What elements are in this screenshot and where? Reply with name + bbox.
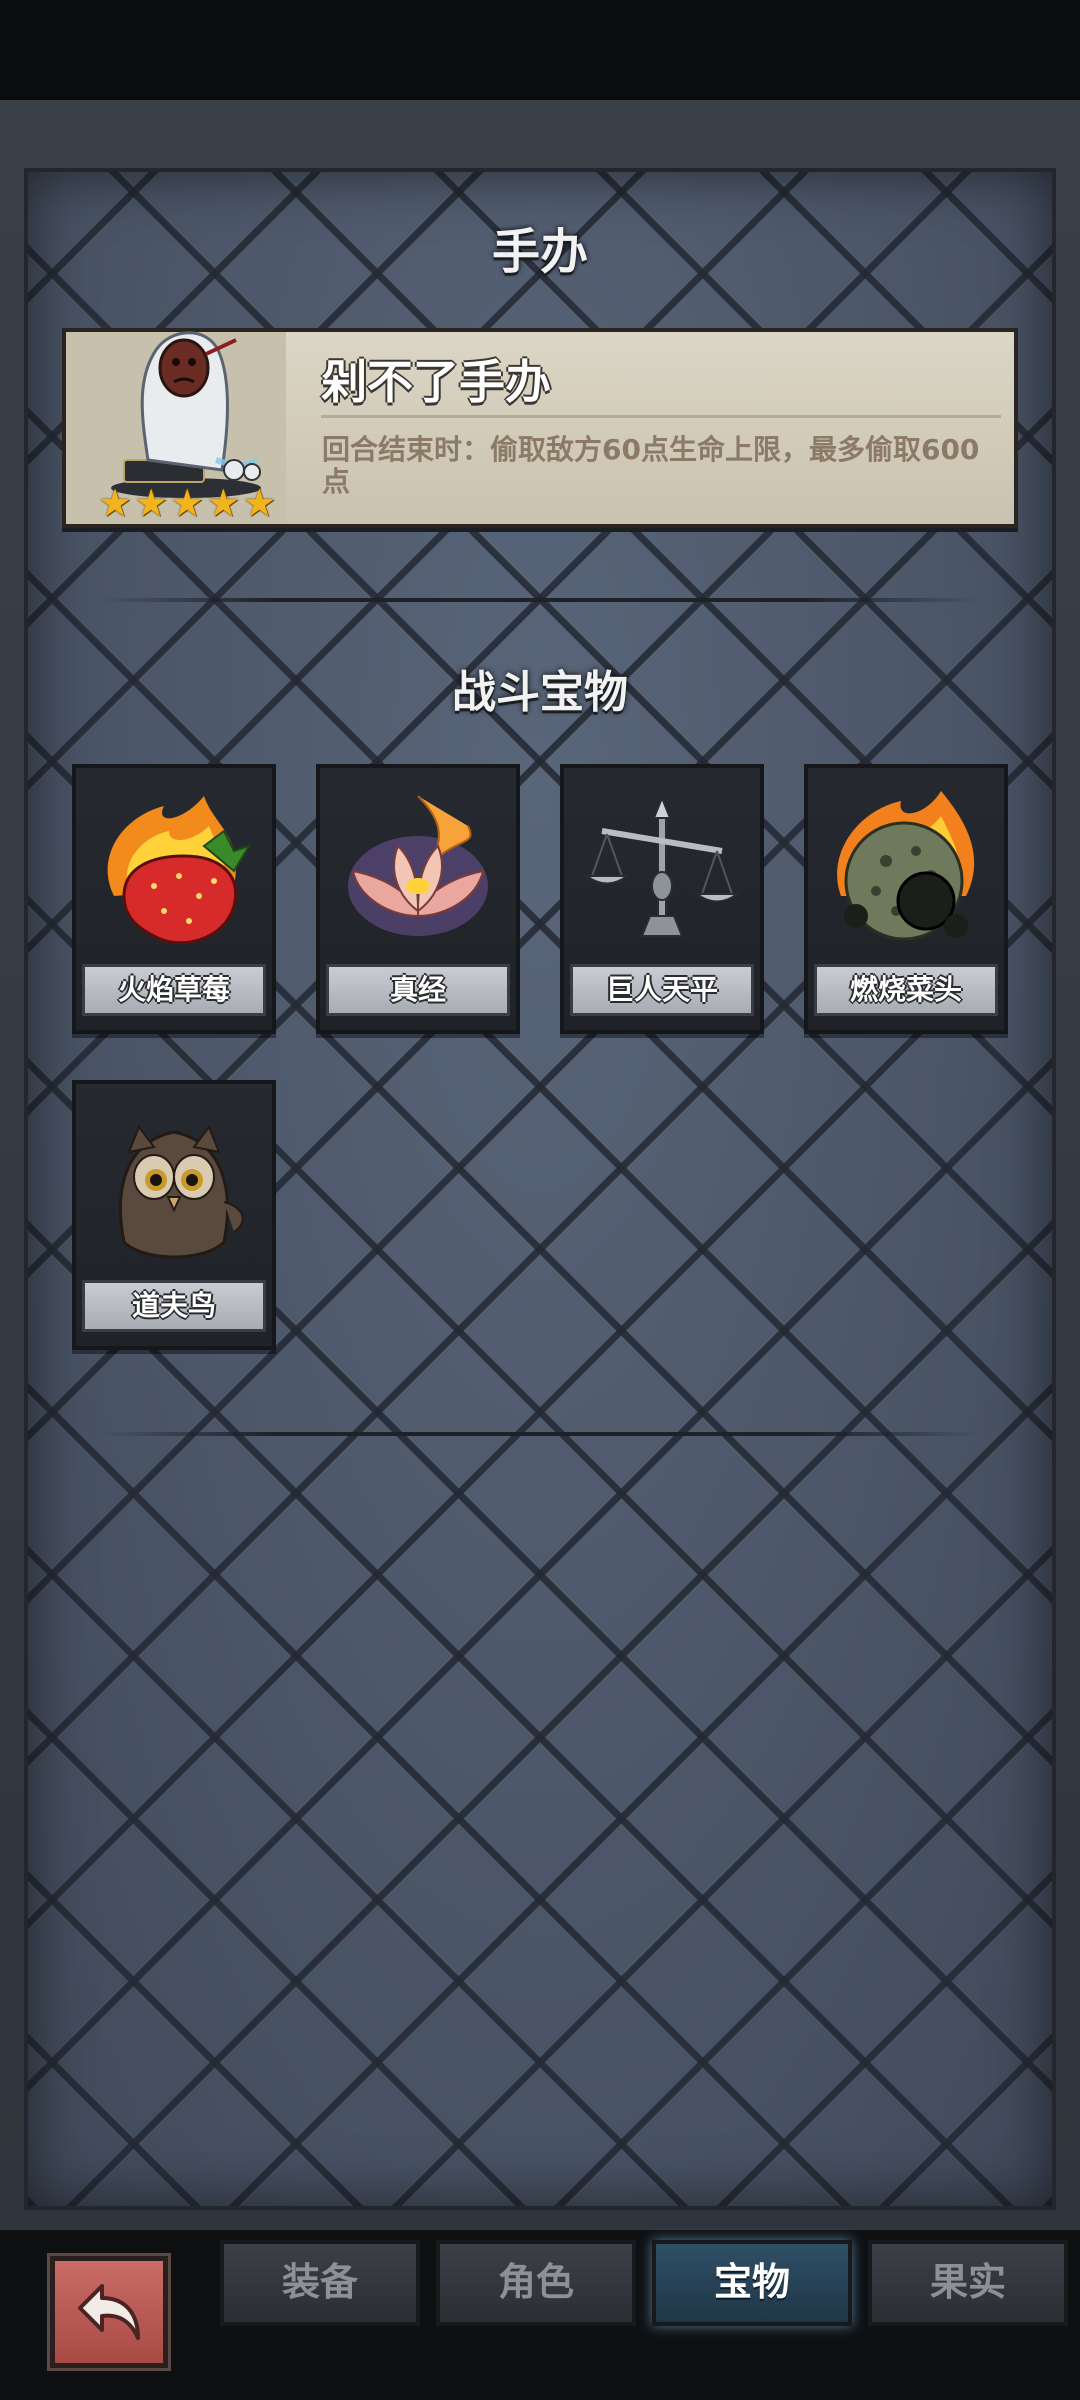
hooded-figure-icon <box>111 331 261 498</box>
burning-turnip-icon <box>837 791 975 941</box>
figure-card[interactable]: ★ ★ ★ ★ ★ 剁不了手办 回合结束时：偷取敌方60点生命上限，最多偷取60… <box>62 328 1018 528</box>
treasure-item-lotus-scripture[interactable]: 真经 <box>316 764 520 1034</box>
figure-description: 回合结束时：偷取敌方60点生命上限，最多偷取600点 <box>322 433 980 498</box>
star-icon: ★ <box>98 481 133 525</box>
tab-characters[interactable]: 角色 <box>436 2240 636 2326</box>
tab-treasures[interactable]: 宝物 <box>652 2240 852 2326</box>
treasure-item-giant-scale[interactable]: 巨人天平 <box>560 764 764 1034</box>
treasures-section-title: 战斗宝物 <box>452 667 628 718</box>
owl-bird-icon <box>119 1124 244 1259</box>
treasure-item-label: 真经 <box>326 964 510 1016</box>
star-icon: ★ <box>242 481 277 525</box>
treasure-item-burning-turnip[interactable]: 燃烧菜头 <box>804 764 1008 1034</box>
figure-name: 剁不了手办 <box>321 355 551 409</box>
treasure-item-owl-bird[interactable]: 道夫鸟 <box>72 1080 276 1350</box>
section-divider <box>100 1432 980 1436</box>
treasure-item-flaming-strawberry[interactable]: 火焰草莓 <box>72 764 276 1034</box>
tab-fruits[interactable]: 果实 <box>868 2240 1068 2326</box>
treasure-item-label: 燃烧菜头 <box>814 964 998 1016</box>
star-icon: ★ <box>134 481 169 525</box>
giant-scale-icon <box>583 795 741 937</box>
back-arrow-icon <box>78 2284 140 2340</box>
flaming-strawberry-icon <box>107 796 252 945</box>
treasure-item-label: 巨人天平 <box>570 964 754 1016</box>
figure-card-divider <box>321 415 1001 418</box>
star-icon: ★ <box>206 481 241 525</box>
treasure-item-label: 火焰草莓 <box>82 964 266 1016</box>
lotus-scripture-icon <box>348 795 488 936</box>
tab-equipment[interactable]: 装备 <box>220 2240 420 2326</box>
star-rating: ★ ★ ★ ★ ★ <box>98 484 276 522</box>
status-bar <box>0 0 1080 100</box>
back-button[interactable] <box>50 2256 168 2368</box>
star-icon: ★ <box>170 481 205 525</box>
treasure-item-label: 道夫鸟 <box>82 1280 266 1332</box>
section-divider <box>100 598 980 602</box>
figure-section-title: 手办 <box>491 224 588 280</box>
